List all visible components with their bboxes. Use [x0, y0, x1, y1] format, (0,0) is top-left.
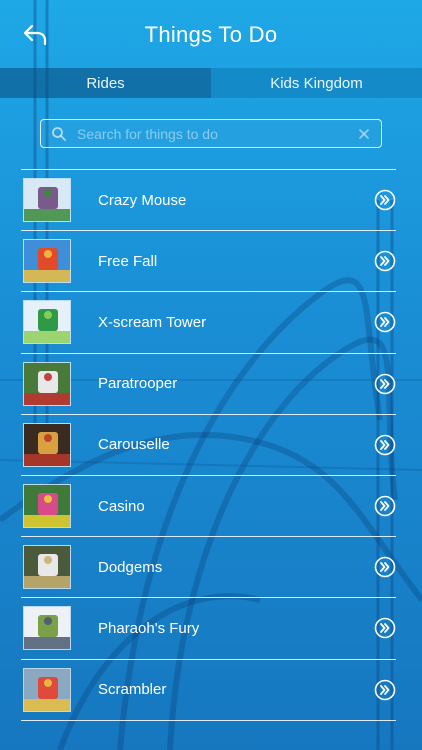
circle-chevron-right-icon[interactable] [374, 189, 396, 211]
search-input[interactable] [77, 125, 357, 142]
tab-bar: Rides Kids Kingdom [0, 68, 422, 98]
circle-chevron-right-icon[interactable] [374, 434, 396, 456]
ride-name: Dodgems [98, 558, 163, 576]
list-item[interactable]: X-scream Tower [21, 292, 396, 354]
clear-icon[interactable] [357, 127, 371, 141]
ride-thumbnail [23, 178, 71, 223]
list-item[interactable]: Paratrooper [21, 354, 396, 415]
ride-name: Paratrooper [98, 375, 178, 393]
list-item[interactable]: Carouselle [21, 415, 396, 476]
ride-thumbnail [23, 361, 71, 406]
search-bar [40, 119, 382, 148]
ride-thumbnail [23, 606, 71, 651]
circle-chevron-right-icon[interactable] [374, 373, 396, 395]
ride-name: X-scream Tower [98, 313, 207, 331]
nav-bar: Things To Do [0, 0, 422, 68]
circle-chevron-right-icon[interactable] [374, 495, 396, 517]
ride-thumbnail [23, 484, 71, 529]
ride-thumbnail [23, 545, 71, 590]
list-item[interactable]: Pharaoh's Fury [21, 598, 396, 660]
page-title: Things To Do [144, 22, 278, 47]
list-item[interactable]: Dodgems [21, 537, 396, 599]
ride-name: Crazy Mouse [98, 191, 187, 209]
circle-chevron-right-icon[interactable] [374, 556, 396, 578]
ride-thumbnail [23, 239, 71, 284]
tab-kids-kingdom[interactable]: Kids Kingdom [211, 68, 422, 98]
back-arrow-icon [23, 24, 47, 46]
back-button[interactable] [18, 20, 52, 50]
ride-thumbnail [23, 667, 71, 712]
circle-chevron-right-icon[interactable] [374, 250, 396, 272]
list-item[interactable]: Crazy Mouse [21, 170, 396, 232]
circle-chevron-right-icon[interactable] [374, 679, 396, 701]
ride-name: Pharaoh's Fury [98, 619, 200, 637]
ride-name: Scrambler [98, 681, 167, 699]
ride-thumbnail [23, 300, 71, 345]
list-item[interactable]: Free Fall [21, 231, 396, 293]
ride-name: Carouselle [98, 436, 170, 454]
rides-list: Crazy Mouse Free Fall X-scream Tower Paratr… [21, 169, 396, 721]
ride-name: Casino [98, 497, 145, 515]
list-item[interactable]: Casino [21, 476, 396, 538]
search-icon [51, 126, 67, 142]
tab-rides[interactable]: Rides [0, 68, 211, 98]
list-item[interactable]: Scrambler [21, 660, 396, 721]
circle-chevron-right-icon[interactable] [374, 617, 396, 639]
ride-name: Free Fall [98, 252, 158, 270]
circle-chevron-right-icon[interactable] [374, 311, 396, 333]
ride-thumbnail [23, 422, 71, 467]
